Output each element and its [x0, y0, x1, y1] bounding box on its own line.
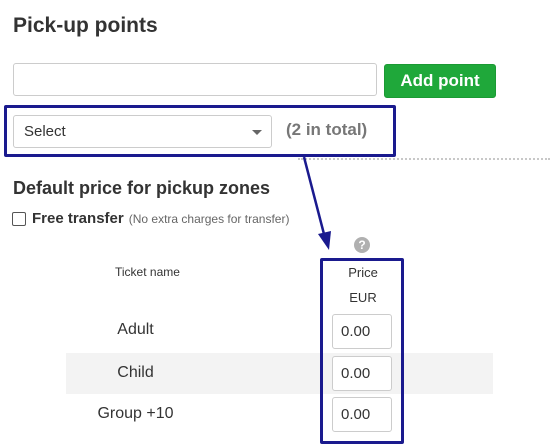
ticket-name: Group +10 — [97, 405, 174, 422]
free-transfer-checkbox[interactable] — [12, 211, 26, 226]
page-title: Pick-up points — [13, 14, 158, 37]
help-icon[interactable]: ? — [354, 237, 370, 253]
add-point-button[interactable]: Add point — [384, 64, 496, 98]
price-column-annotation-highlight — [320, 258, 404, 444]
ticket-name: Adult — [117, 321, 154, 338]
free-transfer-row: Free transfer (No extra charges for tran… — [12, 210, 289, 227]
chevron-down-icon — [252, 130, 262, 135]
ticket-name-header: Ticket name — [115, 265, 180, 279]
pickup-points-select[interactable]: Select — [13, 115, 272, 148]
select-value: Select — [24, 123, 66, 140]
free-transfer-note: (No extra charges for transfer) — [128, 211, 290, 226]
pickup-point-input[interactable] — [13, 63, 377, 96]
pickup-count-text: (2 in total) — [286, 120, 368, 139]
ticket-name: Child — [117, 364, 154, 381]
free-transfer-label[interactable]: Free transfer — [32, 210, 124, 227]
section-divider — [298, 158, 550, 160]
section-title: Default price for pickup zones — [13, 178, 271, 198]
